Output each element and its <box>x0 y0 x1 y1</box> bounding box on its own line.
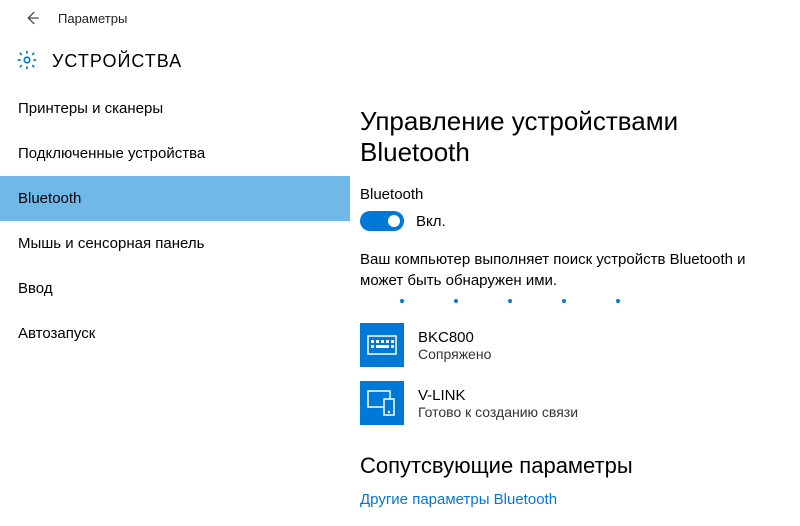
app-title: Параметры <box>58 11 127 26</box>
back-button[interactable] <box>20 6 44 30</box>
search-description: Ваш компьютер выполняет поиск устройств … <box>360 249 770 291</box>
toggle-label: Bluetooth <box>360 186 770 203</box>
device-item-1[interactable]: V-LINKГотово к созданию связи <box>360 381 770 425</box>
sidebar-item-4[interactable]: Ввод <box>0 266 350 311</box>
sidebar-item-0[interactable]: Принтеры и сканеры <box>0 86 350 131</box>
devices-icon <box>360 381 404 425</box>
device-status: Готово к созданию связи <box>418 404 578 420</box>
toggle-state: Вкл. <box>416 213 446 230</box>
device-status: Сопряжено <box>418 346 491 362</box>
keyboard-icon <box>360 323 404 367</box>
device-name: BKC800 <box>418 329 491 346</box>
sidebar-item-2[interactable]: Bluetooth <box>0 176 350 221</box>
progress-dots <box>360 299 770 303</box>
content-pane: Управление устройствами Bluetooth Blueto… <box>350 86 800 526</box>
related-heading: Сопутсвующие параметры <box>360 453 770 479</box>
page-title: УСТРОЙСТВА <box>52 51 182 72</box>
titlebar: Параметры <box>0 0 800 36</box>
page-header: УСТРОЙСТВА <box>0 36 800 86</box>
gear-icon <box>16 49 38 74</box>
device-item-0[interactable]: BKC800Сопряжено <box>360 323 770 367</box>
sidebar-item-5[interactable]: Автозапуск <box>0 311 350 356</box>
sidebar: Принтеры и сканерыПодключенные устройств… <box>0 86 350 526</box>
content-heading: Управление устройствами Bluetooth <box>360 106 770 168</box>
device-name: V-LINK <box>418 387 578 404</box>
sidebar-item-1[interactable]: Подключенные устройства <box>0 131 350 176</box>
sidebar-item-3[interactable]: Мышь и сенсорная панель <box>0 221 350 266</box>
bluetooth-toggle[interactable] <box>360 211 404 231</box>
other-bluetooth-params-link[interactable]: Другие параметры Bluetooth <box>360 491 770 508</box>
arrow-left-icon <box>23 9 41 27</box>
